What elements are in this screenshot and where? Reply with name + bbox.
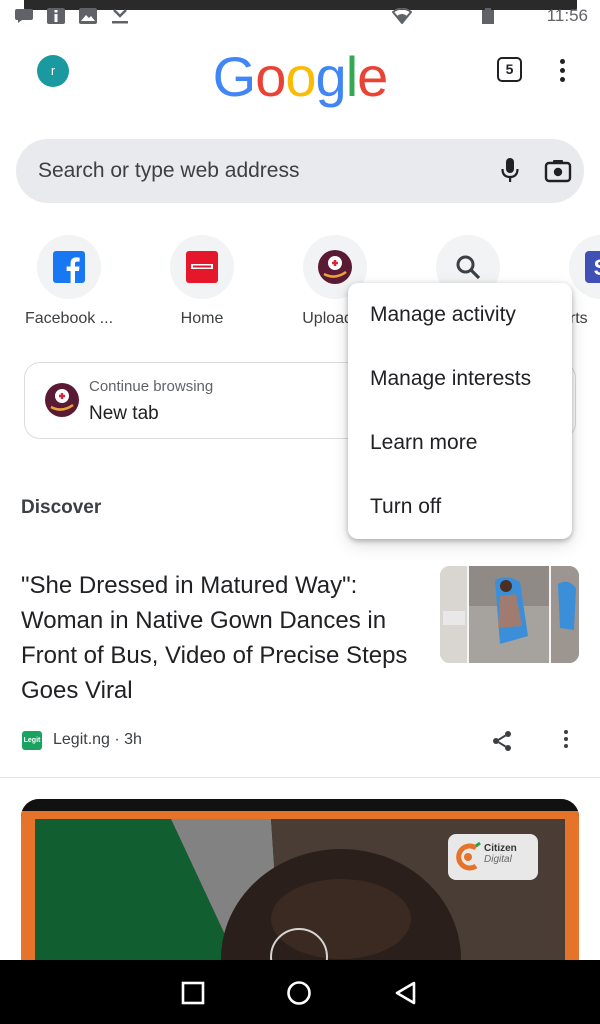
search-icon [456,255,481,280]
menu-item-manage-activity[interactable]: Manage activity [348,283,572,347]
discover-heading: Discover [21,497,102,518]
citizen-digital-logo: Citizen Digital [448,834,538,880]
menu-dot [564,737,568,741]
site-favicon [45,383,79,417]
feed-divider [0,777,600,778]
message-icon [14,8,34,24]
system-nav-bar [0,960,600,1024]
upload-icon [318,250,352,284]
article-thumbnail[interactable] [440,566,579,663]
video-thumbnail [21,799,579,969]
shortcut-label: Home [180,310,224,327]
continue-browsing-label: Continue browsing [89,378,214,395]
image-icon [78,8,98,24]
article-more-button[interactable] [560,728,572,754]
recents-icon[interactable] [180,980,206,1006]
shortcut-home[interactable]: Home [142,235,262,328]
video-article-card[interactable]: Citizen Digital [21,799,579,969]
menu-dot [564,730,568,734]
facebook-icon [53,251,85,283]
search-input[interactable] [38,139,478,203]
logo-letter: g [315,45,347,108]
shortcut-tile: S [569,235,600,299]
mic-icon[interactable] [500,157,520,185]
menu-dot [559,77,565,82]
home-icon[interactable] [286,980,312,1006]
search-box[interactable] [16,139,584,203]
battery-icon [478,8,498,24]
tab-switcher-button[interactable]: 5 [497,57,522,82]
logo-letter: o [255,45,286,108]
shortcut-label: Facebook ... [24,310,114,327]
continue-browsing-title: New tab [89,403,159,424]
menu-dot [559,68,565,73]
citizen-logo-text: Citizen Digital [484,843,517,865]
logo-letter: l [345,45,358,108]
discover-options-menu: Manage activity Manage interests Learn m… [348,283,572,539]
back-icon[interactable] [393,980,419,1006]
logo-letter: G [212,45,257,108]
legit-favicon: Legit [22,731,42,750]
s-icon: S [585,251,600,283]
wifi-icon [391,7,413,25]
shortcut-facebook[interactable]: Facebook ... [9,235,129,328]
logo-letter: o [285,45,316,108]
lens-camera-icon[interactable] [544,159,572,183]
article-source: Legit.ng · 3h [53,731,142,748]
info-icon [46,8,66,24]
download-icon [110,8,130,24]
share-icon[interactable] [490,729,514,753]
menu-item-learn-more[interactable]: Learn more [348,411,572,475]
logo-letter: e [357,45,388,108]
shortcut-tile [37,235,101,299]
shortcut-tile [170,235,234,299]
overflow-menu-button[interactable] [554,56,570,84]
menu-item-turn-off[interactable]: Turn off [348,475,572,539]
menu-dot [564,744,568,748]
espn-icon [186,251,218,283]
citizen-logo-line1: Citizen [484,843,517,854]
menu-dot [559,59,565,64]
article-title[interactable]: "She Dressed in Matured Way": Woman in N… [21,568,421,708]
svg-text:S: S [594,255,600,280]
citizen-logo-line2: Digital [484,854,512,865]
status-time: 11:56 [546,6,588,25]
status-bar: 11:56 [0,0,600,32]
menu-item-manage-interests[interactable]: Manage interests [348,347,572,411]
